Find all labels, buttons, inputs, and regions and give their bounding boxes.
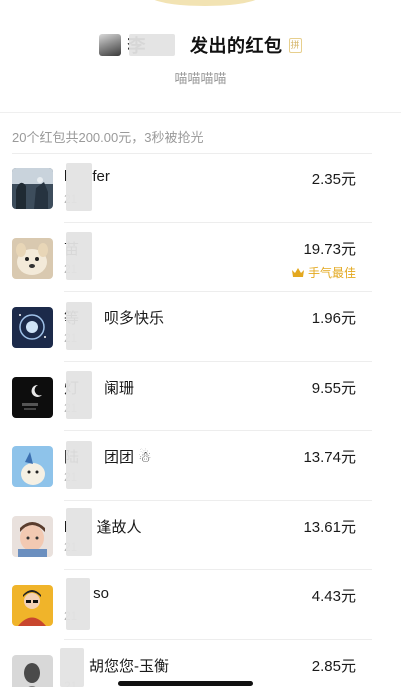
list-item[interactable]: 灯 阑珊 21 9.55元 <box>0 362 401 431</box>
privacy-mosaic <box>66 508 92 556</box>
sender-avatar[interactable] <box>99 34 122 56</box>
privacy-mosaic <box>66 232 92 280</box>
claim-amount: 19.73元 <box>303 240 356 258</box>
title-row: 李 发出的红包 拼 <box>0 30 401 60</box>
avatar[interactable] <box>12 585 53 626</box>
best-luck-label: 手气最佳 <box>307 265 356 280</box>
list-item[interactable]: 苗 21 19.73元 手气最佳 <box>0 223 401 292</box>
list-item[interactable]: l fer 21 2.35元 <box>0 153 401 223</box>
claim-amount: 13.74元 <box>303 449 356 466</box>
crown-icon <box>291 267 304 277</box>
list-item[interactable]: 陆 团团 ☃ 21 13.74元 <box>0 431 401 501</box>
claim-amount: 2.85元 <box>311 657 356 675</box>
privacy-mosaic <box>66 371 92 419</box>
list-item[interactable]: l 逢故人 21 13.61元 <box>0 501 401 570</box>
privacy-mosaic <box>66 578 90 630</box>
claim-amount: 2.35元 <box>311 171 356 188</box>
recipient-list: l fer 21 2.35元 苗 21 19.73元 手气最佳 等 呗多快乐 2… <box>0 153 401 687</box>
avatar[interactable] <box>12 237 53 279</box>
best-luck-badge: 手气最佳 <box>291 264 356 281</box>
home-indicator <box>118 681 253 686</box>
packet-header: 李 发出的红包 拼 喵喵喵喵 <box>0 30 401 87</box>
header-divider <box>0 112 401 113</box>
claim-amount: 4.43元 <box>311 588 356 605</box>
claim-amount: 13.61元 <box>303 518 356 536</box>
list-item[interactable]: so 21 4.43元 <box>0 570 401 640</box>
red-packet-top-arc <box>150 0 260 6</box>
claim-amount: 1.96元 <box>311 310 356 327</box>
privacy-mosaic <box>66 302 92 350</box>
avatar[interactable] <box>12 654 53 687</box>
packet-summary: 20个红包共200.00元，3秒被抢光 <box>12 130 204 145</box>
avatar[interactable] <box>12 168 53 209</box>
list-item[interactable]: 等 呗多快乐 21 1.96元 <box>0 292 401 362</box>
packet-blessing: 喵喵喵喵 <box>174 71 227 86</box>
pin-badge-icon: 拼 <box>288 37 302 53</box>
privacy-mosaic <box>66 441 92 489</box>
avatar[interactable] <box>12 515 53 557</box>
avatar[interactable] <box>12 446 53 487</box>
avatar[interactable] <box>12 376 53 418</box>
privacy-mosaic <box>66 163 92 211</box>
avatar[interactable] <box>12 307 53 348</box>
privacy-mosaic <box>129 34 175 56</box>
claim-amount: 9.55元 <box>311 379 356 397</box>
privacy-mosaic <box>60 648 84 687</box>
